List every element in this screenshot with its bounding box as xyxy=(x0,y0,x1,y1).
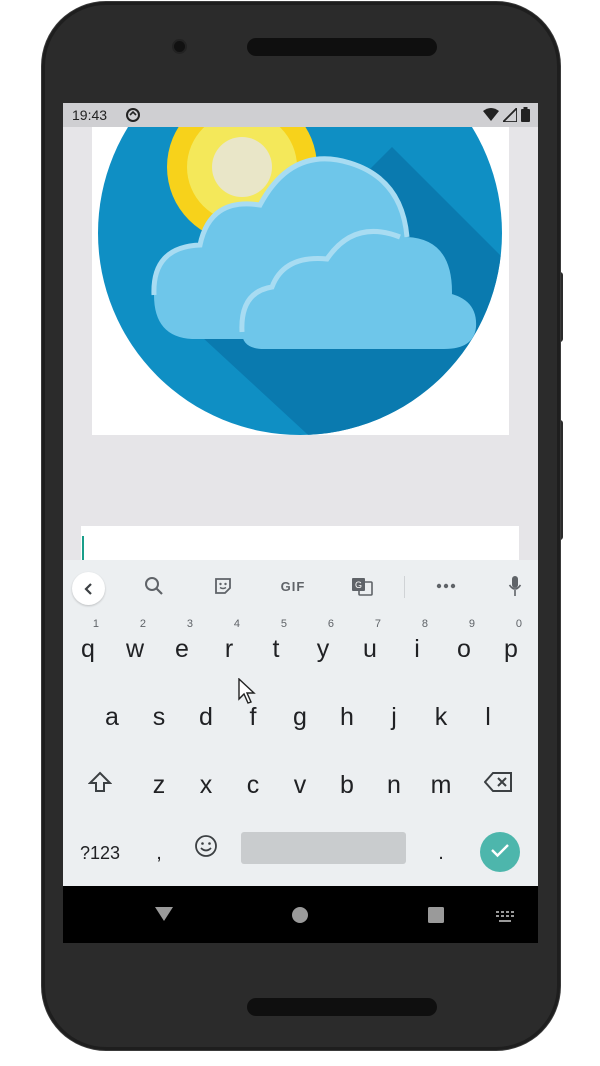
search-icon[interactable] xyxy=(142,574,166,598)
recents-nav-icon[interactable] xyxy=(427,906,445,929)
status-bar: 19:43 xyxy=(63,103,538,127)
key-z[interactable]: z xyxy=(146,768,172,802)
key-g[interactable]: g xyxy=(287,700,313,734)
keyboard-switch-icon[interactable] xyxy=(496,910,514,928)
mouse-pointer-icon xyxy=(238,677,256,709)
battery-icon xyxy=(521,107,530,125)
sticker-icon[interactable] xyxy=(211,574,235,598)
key-s[interactable]: s xyxy=(146,700,172,734)
gif-label: GIF xyxy=(280,578,306,594)
key-h[interactable]: h xyxy=(334,700,360,734)
key-o[interactable]: o9 xyxy=(451,618,477,666)
key-u[interactable]: u7 xyxy=(357,618,383,666)
checkmark-icon xyxy=(490,842,510,863)
top-speaker xyxy=(247,38,437,56)
emoji-key[interactable] xyxy=(191,832,221,866)
key-x[interactable]: x xyxy=(193,768,219,802)
key-j[interactable]: j xyxy=(381,700,407,734)
key-m[interactable]: m xyxy=(425,768,457,802)
period-key[interactable]: . xyxy=(431,836,451,870)
toolbar-divider xyxy=(404,576,405,598)
enter-key[interactable] xyxy=(480,832,520,872)
key-v[interactable]: v xyxy=(287,768,313,802)
mic-icon[interactable] xyxy=(503,574,527,598)
backspace-icon xyxy=(483,771,514,800)
backspace-key[interactable] xyxy=(481,768,517,802)
key-r[interactable]: r4 xyxy=(216,618,242,666)
gif-icon[interactable]: GIF xyxy=(273,574,313,598)
svg-text:G: G xyxy=(355,580,362,590)
wifi-icon xyxy=(483,107,499,125)
sync-icon xyxy=(125,107,141,126)
key-y[interactable]: y6 xyxy=(310,618,336,666)
symbols-key[interactable]: ?123 xyxy=(73,836,127,870)
more-icon[interactable] xyxy=(434,574,458,598)
key-t[interactable]: t5 xyxy=(263,618,289,666)
emoji-icon xyxy=(194,834,218,865)
shift-icon xyxy=(87,771,113,800)
translate-icon[interactable]: G xyxy=(350,574,374,598)
key-k[interactable]: k xyxy=(428,700,454,734)
key-q[interactable]: q1 xyxy=(75,618,101,666)
key-l[interactable]: l xyxy=(475,700,501,734)
keyboard-toolbar: GIF G xyxy=(63,560,538,612)
screen: 19:43 GIF G q 1 w 2 e 3 r 4 t 5 y 6 u 7 … xyxy=(63,103,538,943)
text-cursor xyxy=(82,536,84,560)
key-i[interactable]: i8 xyxy=(404,618,430,666)
key-c[interactable]: c xyxy=(240,768,266,802)
key-e[interactable]: e3 xyxy=(169,618,195,666)
comma-key[interactable]: , xyxy=(149,836,169,870)
home-nav-icon[interactable] xyxy=(291,906,309,929)
navigation-bar xyxy=(63,886,538,943)
back-nav-icon[interactable] xyxy=(154,906,174,927)
shift-key[interactable] xyxy=(85,768,115,802)
key-p[interactable]: p0 xyxy=(498,618,524,666)
key-d[interactable]: d xyxy=(193,700,219,734)
key-a[interactable]: a xyxy=(99,700,125,734)
message-input[interactable] xyxy=(81,526,519,560)
key-n[interactable]: n xyxy=(381,768,407,802)
back-chevron-icon[interactable] xyxy=(72,572,105,605)
status-time: 19:43 xyxy=(72,107,108,123)
front-camera xyxy=(174,41,185,52)
key-b[interactable]: b xyxy=(334,768,360,802)
soft-keyboard: GIF G q1 w2 e3 r4 t5 y6 u7 i8 o9 p0 a s … xyxy=(63,560,538,886)
weather-image xyxy=(92,103,509,435)
space-key[interactable] xyxy=(241,832,406,864)
key-w[interactable]: w2 xyxy=(122,618,148,666)
signal-icon xyxy=(500,105,518,125)
bottom-speaker xyxy=(247,998,437,1016)
